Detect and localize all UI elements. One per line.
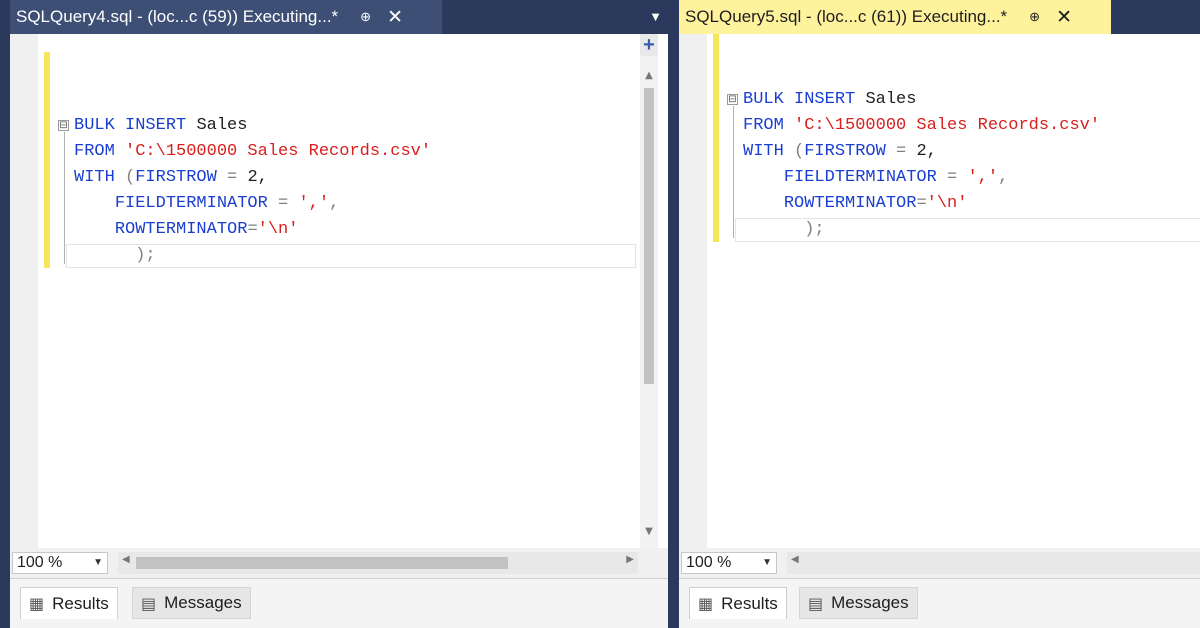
- outline-line: [733, 106, 734, 238]
- tab-bar: SQLQuery4.sql - (loc...c (59)) Executing…: [10, 0, 668, 34]
- tab-messages-label: Messages: [164, 593, 242, 612]
- zoom-value: 100 %: [686, 554, 732, 571]
- results-tabs: ▦ Results ▤ Messages: [679, 578, 1200, 628]
- messages-icon: ▤: [141, 593, 157, 613]
- editor-gutter: [10, 34, 38, 548]
- tab-results-label: Results: [52, 593, 109, 613]
- scroll-thumb[interactable]: [136, 557, 508, 569]
- pin-icon[interactable]: ⊕: [1029, 9, 1040, 25]
- grid-icon: ▦: [29, 594, 45, 613]
- chevron-down-icon: ▼: [762, 557, 772, 568]
- results-tabs: ▦ Results ▤ Messages: [10, 578, 668, 628]
- code-line-3: WITH (FIRSTROW = 2,: [743, 142, 937, 161]
- vertical-scrollbar[interactable]: + ▲ ▼: [640, 34, 658, 548]
- pin-icon[interactable]: ⊕: [360, 9, 371, 25]
- code-line-1: BULK INSERT Sales: [743, 90, 917, 109]
- code-line-6: );: [804, 220, 825, 239]
- code-line-5: ROWTERMINATOR='\n': [783, 194, 968, 213]
- code-line-1: BULK INSERT Sales: [74, 116, 248, 135]
- horizontal-scrollbar[interactable]: ◀: [787, 552, 1200, 574]
- scroll-right-icon[interactable]: ▶: [626, 554, 634, 565]
- outline-line: [64, 132, 65, 264]
- sql-code[interactable]: BULK INSERT Sales FROM 'C:\1500000 Sales …: [74, 113, 431, 269]
- code-line-4: FIELDTERMINATOR = ',',: [783, 168, 1009, 187]
- scroll-thumb[interactable]: [644, 88, 654, 384]
- code-line-5: ROWTERMINATOR='\n': [114, 220, 299, 239]
- chevron-down-icon: ▼: [93, 557, 103, 568]
- tab-results[interactable]: ▦ Results: [20, 587, 118, 619]
- scroll-left-icon[interactable]: ◀: [122, 554, 130, 565]
- close-icon[interactable]: ✕: [1056, 6, 1072, 29]
- editor-status-row: 100 % ▼ ◀: [679, 548, 1200, 578]
- zoom-dropdown[interactable]: 100 % ▼: [12, 552, 108, 574]
- horizontal-scrollbar[interactable]: ◀ ▶: [118, 552, 638, 574]
- editor-status-row: 100 % ▼ ◀ ▶: [10, 548, 668, 578]
- tab-title: SQLQuery5.sql - (loc...c (61)) Executing…: [685, 7, 1008, 26]
- tab-messages-label: Messages: [831, 593, 909, 612]
- query-pane-right: SQLQuery5.sql - (loc...c (61)) Executing…: [679, 0, 1200, 628]
- scroll-down-icon[interactable]: ▼: [640, 526, 658, 537]
- collapse-icon[interactable]: ⊟: [727, 94, 738, 105]
- scroll-up-icon[interactable]: ▲: [640, 70, 658, 81]
- tab-bar: SQLQuery5.sql - (loc...c (61)) Executing…: [679, 0, 1200, 34]
- tab-sqlquery5[interactable]: SQLQuery5.sql - (loc...c (61)) Executing…: [679, 0, 1111, 34]
- tab-list-dropdown-icon[interactable]: ▼: [649, 9, 662, 24]
- tab-messages[interactable]: ▤ Messages: [799, 587, 918, 619]
- messages-icon: ▤: [808, 593, 824, 613]
- query-pane-left: SQLQuery4.sql - (loc...c (59)) Executing…: [10, 0, 668, 628]
- scroll-left-icon[interactable]: ◀: [791, 554, 799, 565]
- code-line-2: FROM 'C:\1500000 Sales Records.csv': [743, 116, 1101, 135]
- grid-icon: ▦: [698, 594, 714, 613]
- zoom-dropdown[interactable]: 100 % ▼: [681, 552, 777, 574]
- code-line-2: FROM 'C:\1500000 Sales Records.csv': [74, 142, 432, 161]
- sql-code[interactable]: BULK INSERT Sales FROM 'C:\1500000 Sales …: [743, 87, 1100, 243]
- tab-results[interactable]: ▦ Results: [689, 587, 787, 619]
- change-tracking-bar: [44, 52, 50, 268]
- tab-results-label: Results: [721, 593, 778, 613]
- zoom-value: 100 %: [17, 554, 63, 571]
- code-line-6: );: [135, 246, 156, 265]
- change-tracking-bar: [713, 34, 719, 242]
- code-line-3: WITH (FIRSTROW = 2,: [74, 168, 268, 187]
- pane-splitter[interactable]: [668, 0, 679, 628]
- collapse-icon[interactable]: ⊟: [58, 120, 69, 131]
- tab-title: SQLQuery4.sql - (loc...c (59)) Executing…: [16, 7, 339, 26]
- editor-gutter: [679, 34, 707, 548]
- query-editor[interactable]: ⊟ BULK INSERT Sales FROM 'C:\1500000 Sale…: [679, 34, 1200, 548]
- tab-messages[interactable]: ▤ Messages: [132, 587, 251, 619]
- code-line-4: FIELDTERMINATOR = ',',: [114, 194, 340, 213]
- query-editor[interactable]: ⊟ BULK INSERT Sales FROM 'C:\1500000 Sale…: [10, 34, 668, 548]
- tab-sqlquery4[interactable]: SQLQuery4.sql - (loc...c (59)) Executing…: [10, 0, 442, 34]
- split-icon[interactable]: +: [640, 34, 658, 56]
- window-frame: [0, 0, 10, 628]
- close-icon[interactable]: ✕: [387, 6, 403, 29]
